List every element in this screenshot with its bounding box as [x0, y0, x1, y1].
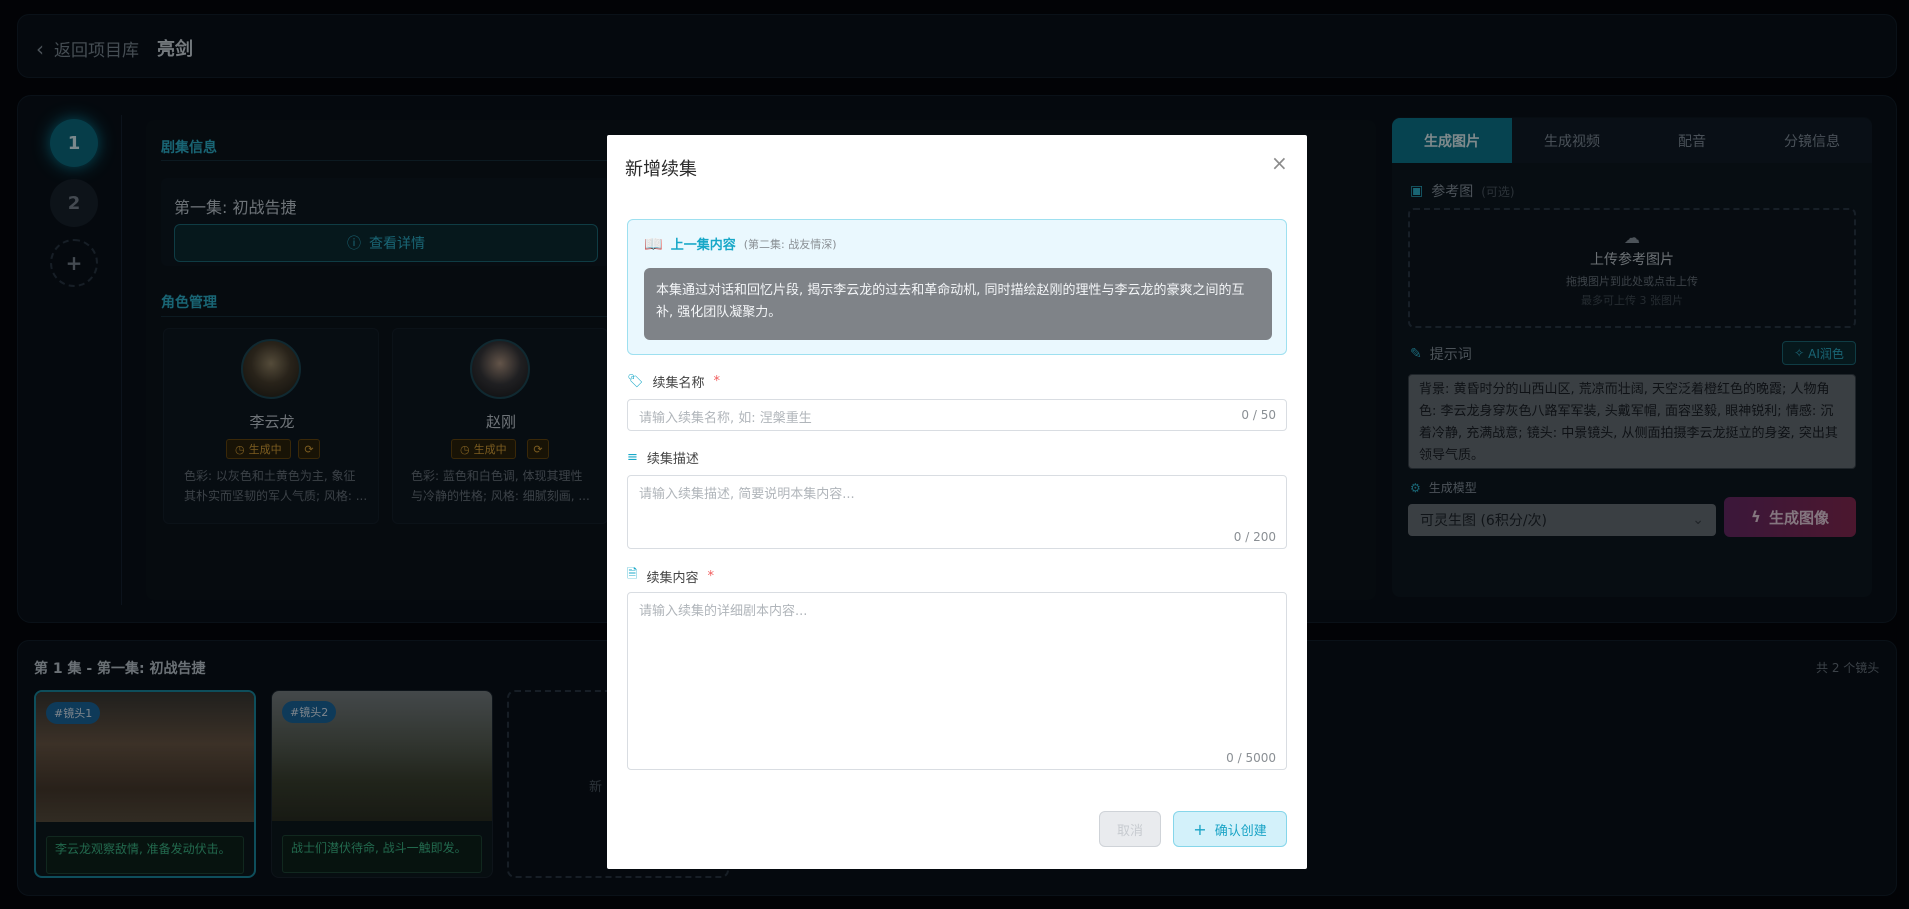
document-icon: 🗎 [627, 567, 638, 582]
confirm-create-button[interactable]: + 确认创建 [1173, 811, 1287, 847]
close-icon[interactable]: × [1271, 153, 1288, 173]
plus-icon: + [1193, 819, 1207, 839]
previous-episode-title: 上一集内容 [670, 238, 736, 253]
dialog-title: 新增续集 [625, 159, 697, 180]
required-mark: * [713, 374, 721, 389]
desc-placeholder: 请输入续集描述, 简要说明本集内容... [639, 487, 855, 502]
tag-icon: 🏷 [627, 374, 644, 389]
previous-episode-subtitle: (第二集: 战友情深) [743, 237, 837, 251]
name-label-text: 续集名称 [652, 376, 705, 391]
content-char-count: 0 / 5000 [1226, 751, 1276, 765]
text-lines-icon: ≡ [627, 450, 638, 465]
book-open-icon: 📖 [644, 234, 663, 253]
sequel-description-textarea[interactable]: 请输入续集描述, 简要说明本集内容... 0 / 200 [627, 475, 1287, 549]
confirm-label: 确认创建 [1214, 823, 1267, 839]
sequel-content-textarea[interactable]: 请输入续集的详细剧本内容... 0 / 5000 [627, 592, 1287, 770]
content-placeholder: 请输入续集的详细剧本内容... [639, 604, 808, 619]
name-char-count: 0 / 50 [1241, 408, 1276, 422]
desc-label-text: 续集描述 [646, 452, 699, 467]
desc-char-count: 0 / 200 [1233, 530, 1276, 544]
sequel-content-label: 🗎 续集内容 * [627, 565, 714, 587]
previous-episode-summary: 本集通过对话和回忆片段, 揭示李云龙的过去和革命动机, 同时描绘赵刚的理性与李云… [644, 268, 1272, 340]
name-placeholder: 请输入续集名称, 如: 涅槃重生 [639, 411, 812, 426]
sequel-name-label: 🏷 续集名称 * [627, 372, 720, 391]
previous-episode-header: 📖 上一集内容 (第二集: 战友情深) [644, 234, 837, 254]
sequel-name-input[interactable]: 请输入续集名称, 如: 涅槃重生 0 / 50 [627, 399, 1287, 431]
new-sequel-dialog: 新增续集 × 📖 上一集内容 (第二集: 战友情深) 本集通过对话和回忆片段, … [607, 135, 1307, 869]
previous-episode-box: 📖 上一集内容 (第二集: 战友情深) 本集通过对话和回忆片段, 揭示李云龙的过… [627, 219, 1287, 355]
content-label-text: 续集内容 [646, 570, 699, 586]
required-mark: * [707, 568, 714, 584]
sequel-description-label: ≡ 续集描述 [627, 448, 699, 467]
cancel-button[interactable]: 取消 [1099, 811, 1161, 847]
